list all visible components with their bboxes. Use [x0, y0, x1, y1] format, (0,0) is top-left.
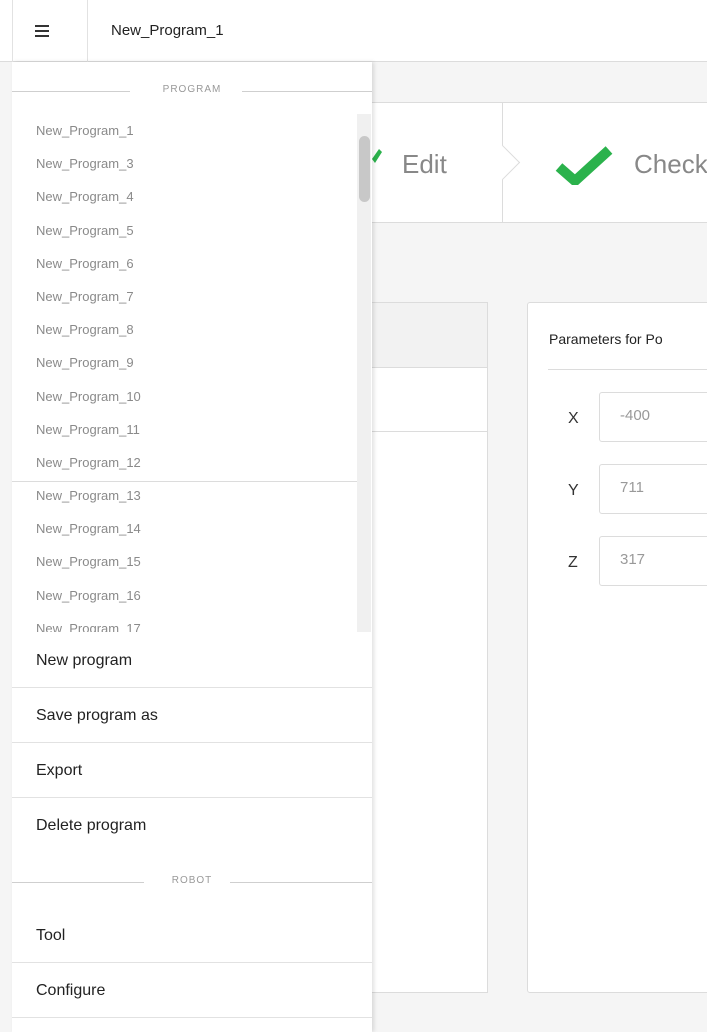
- step-bar: Edit Check: [372, 102, 707, 223]
- program-list-scrollbar[interactable]: [357, 114, 371, 632]
- program-list-item[interactable]: New_Program_7: [12, 280, 357, 313]
- program-list: New_Program_1 New_Program_3 New_Program_4 N…: [12, 114, 357, 632]
- step-check[interactable]: Check: [634, 149, 707, 180]
- program-list-item[interactable]: New_Program_3: [12, 147, 357, 180]
- program-list-item[interactable]: New_Program_12: [12, 446, 357, 479]
- axis-x-input[interactable]: -400: [599, 392, 707, 442]
- configure-button[interactable]: Configure: [12, 963, 372, 1018]
- robot-section-header: ROBOT: [12, 872, 372, 892]
- program-list-item[interactable]: New_Program_17: [12, 612, 357, 632]
- axis-y-label: Y: [568, 482, 579, 499]
- program-list-item[interactable]: New_Program_5: [12, 214, 357, 247]
- parameters-title: Parameters for Po: [549, 331, 663, 347]
- program-list-item[interactable]: New_Program_10: [12, 380, 357, 413]
- program-list-item[interactable]: New_Program_16: [12, 579, 357, 612]
- top-bar: New_Program_1: [0, 0, 707, 62]
- program-list-item[interactable]: New_Program_14: [12, 512, 357, 545]
- checkmark-icon: [555, 146, 613, 185]
- axis-x-label: X: [568, 410, 579, 427]
- waypoint-panel: [372, 302, 488, 993]
- axis-z-label: Z: [568, 554, 578, 571]
- tool-button[interactable]: Tool: [12, 908, 372, 963]
- program-list-item[interactable]: New_Program_1: [12, 114, 357, 147]
- program-list-item[interactable]: New_Program_15: [12, 545, 357, 578]
- export-button[interactable]: Export: [12, 743, 372, 798]
- program-list-item[interactable]: New_Program_13: [12, 479, 357, 512]
- program-section-header: PROGRAM: [12, 81, 372, 101]
- parameters-panel: Parameters for Po X -400 Y 711 Z 317: [527, 302, 707, 993]
- edit-step-check-icon: [372, 149, 382, 163]
- program-list-item[interactable]: New_Program_8: [12, 313, 357, 346]
- hamburger-icon: [35, 25, 49, 37]
- side-drawer: PROGRAM New_Program_1 New_Program_3 New_Pr…: [12, 62, 372, 1032]
- program-title: New_Program_1: [111, 22, 224, 39]
- menu-button[interactable]: [12, 0, 88, 62]
- save-program-as-button[interactable]: Save program as: [12, 688, 372, 743]
- step-edit[interactable]: Edit: [402, 149, 447, 180]
- axis-z-input[interactable]: 317: [599, 536, 707, 586]
- program-list-item[interactable]: New_Program_6: [12, 247, 357, 280]
- program-list-item[interactable]: New_Program_11: [12, 413, 357, 446]
- program-list-item[interactable]: New_Program_4: [12, 180, 357, 213]
- scrollbar-thumb[interactable]: [359, 136, 370, 202]
- axis-y-input[interactable]: 711: [599, 464, 707, 514]
- delete-program-button[interactable]: Delete program: [12, 798, 372, 853]
- step-chevron: [484, 144, 521, 181]
- new-program-button[interactable]: New program: [12, 633, 372, 688]
- program-list-item[interactable]: New_Program_9: [12, 346, 357, 379]
